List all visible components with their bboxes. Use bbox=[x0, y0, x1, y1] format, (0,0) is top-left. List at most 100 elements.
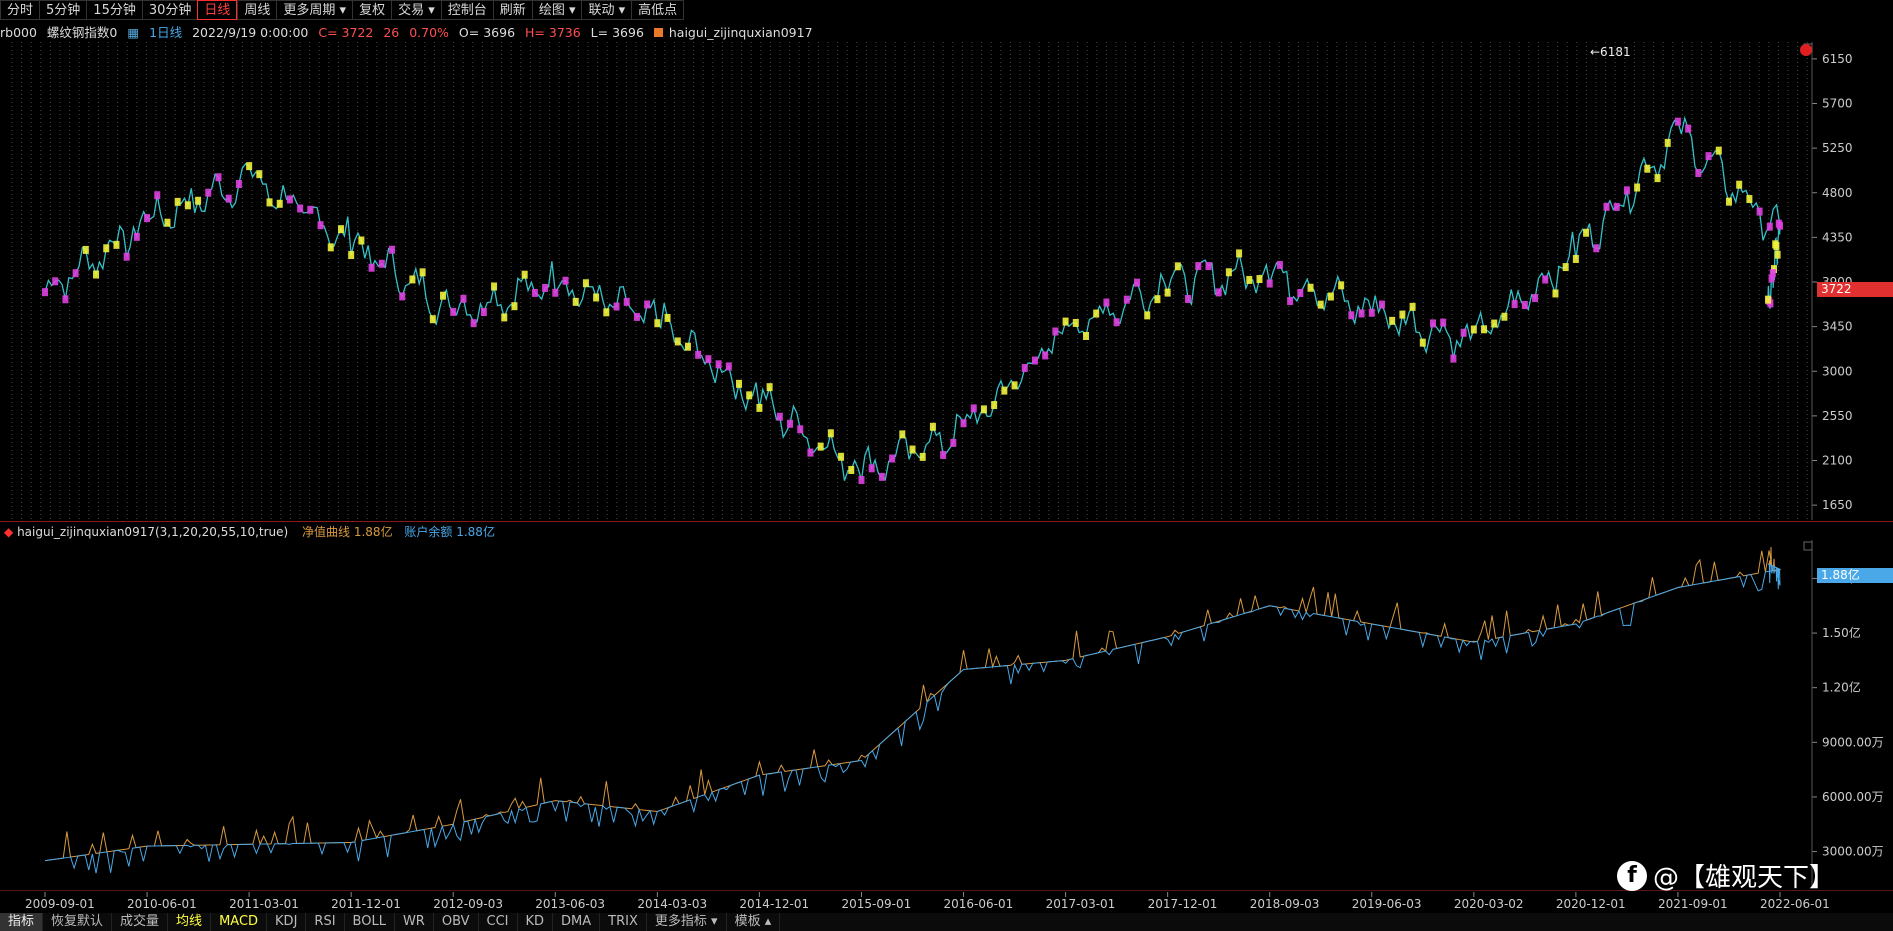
facebook-icon: f bbox=[1617, 860, 1647, 891]
signal-mark bbox=[286, 195, 293, 204]
panel-maximize-icon[interactable] bbox=[1803, 541, 1813, 551]
signal-mark bbox=[480, 307, 487, 316]
close-icon[interactable] bbox=[1800, 44, 1812, 56]
signal-mark bbox=[807, 448, 814, 457]
toolbar-button-5[interactable]: 周线 bbox=[237, 0, 277, 20]
toolbar-button-0[interactable]: 分时 bbox=[0, 0, 40, 20]
signal-mark bbox=[144, 214, 151, 223]
x-tick-label: 2020-12-01 bbox=[1556, 897, 1626, 911]
axis-divider bbox=[0, 890, 1893, 891]
equity-curve-line bbox=[44, 546, 1782, 862]
signal-mark bbox=[1011, 381, 1018, 390]
panel-divider[interactable] bbox=[0, 521, 1893, 522]
x-tick-label: 2017-12-01 bbox=[1148, 897, 1218, 911]
signal-mark bbox=[1399, 310, 1406, 319]
indicator-tab-12[interactable]: DMA bbox=[553, 913, 601, 931]
signal-mark bbox=[1266, 279, 1273, 288]
indicator-tab-10[interactable]: CCI bbox=[479, 913, 518, 931]
indicator-tab-7[interactable]: BOLL bbox=[345, 913, 395, 931]
indicator-tab-2[interactable]: 成交量 bbox=[112, 913, 169, 931]
signal-mark bbox=[399, 292, 406, 301]
toolbar-button-7[interactable]: 复权 bbox=[352, 0, 392, 20]
toolbar-button-3[interactable]: 30分钟 bbox=[141, 0, 198, 20]
signal-mark bbox=[93, 270, 100, 279]
signal-mark bbox=[184, 201, 191, 210]
indicator-tab-11[interactable]: KD bbox=[518, 913, 554, 931]
indicator-tab-0[interactable]: 指标 bbox=[0, 913, 44, 931]
signal-mark bbox=[1623, 186, 1630, 195]
indicator-swatch-icon bbox=[653, 28, 663, 37]
toolbar-button-12[interactable]: 联动 ▾ bbox=[581, 0, 632, 20]
indicator-tab-15[interactable]: 模板 ▴ bbox=[727, 913, 781, 931]
y-tick-label: 1.50亿 bbox=[1822, 625, 1861, 640]
indicator-tab-1[interactable]: 恢复默认 bbox=[43, 913, 113, 931]
signal-mark bbox=[858, 476, 865, 485]
indicator-tab-bar: 指标 恢复默认 成交量 均线 MACD KDJ RSI BOLL WR OBV CCI KD DMA TR… bbox=[0, 913, 1893, 931]
signal-mark bbox=[817, 442, 824, 451]
signal-mark bbox=[1766, 222, 1773, 231]
indicator-title: haigui_zijinquxian0917(3,1,20,20,55,10,t… bbox=[17, 525, 289, 539]
symbol-code: rb000 bbox=[0, 25, 37, 40]
signal-mark bbox=[1542, 275, 1549, 284]
toolbar-button-10[interactable]: 刷新 bbox=[492, 0, 532, 20]
signal-mark bbox=[593, 293, 600, 302]
indicator-tab-8[interactable]: WR bbox=[395, 913, 434, 931]
signal-mark bbox=[1685, 124, 1692, 133]
signal-mark bbox=[1430, 319, 1436, 328]
x-tick-label: 2011-12-01 bbox=[331, 897, 401, 911]
indicator-tab-6[interactable]: RSI bbox=[306, 913, 345, 931]
signal-mark bbox=[797, 425, 804, 434]
indicator-tab-14[interactable]: 更多指标 ▾ bbox=[647, 913, 727, 931]
indicator-tab-4[interactable]: MACD bbox=[211, 913, 268, 931]
toolbar-button-8[interactable]: 交易 ▾ bbox=[391, 0, 441, 20]
grid-icon[interactable]: ▦ bbox=[127, 25, 139, 40]
signal-mark bbox=[613, 302, 620, 311]
signal-mark bbox=[899, 430, 906, 439]
signal-mark bbox=[1583, 228, 1590, 237]
signal-mark bbox=[42, 288, 48, 297]
signal-mark bbox=[1144, 311, 1151, 320]
toolbar-button-11[interactable]: 绘图 ▾ bbox=[531, 0, 582, 20]
signal-mark bbox=[1276, 260, 1283, 269]
toolbar-button-4[interactable]: 日线 bbox=[197, 0, 238, 20]
toolbar-button-1[interactable]: 5分钟 bbox=[39, 0, 87, 20]
signal-mark bbox=[1768, 274, 1775, 283]
toolbar-button-6[interactable]: 更多周期 ▾ bbox=[276, 0, 353, 20]
indicator-tab-5[interactable]: KDJ bbox=[267, 913, 307, 931]
indicator-tab-3[interactable]: 均线 bbox=[168, 913, 212, 931]
low-value: L= 3696 bbox=[590, 25, 644, 40]
signal-mark bbox=[1103, 298, 1110, 307]
y-tick-label: 9000.00万 bbox=[1822, 735, 1884, 749]
indicator-tab-13[interactable]: TRIX bbox=[600, 913, 647, 931]
x-tick-label: 2010-06-01 bbox=[127, 897, 197, 911]
signal-mark bbox=[1664, 138, 1671, 147]
signal-mark bbox=[256, 170, 263, 179]
signal-mark bbox=[1297, 288, 1304, 297]
signal-mark bbox=[52, 277, 59, 286]
equity-chart[interactable]: 1.80亿1.50亿1.20亿9000.00万6000.00万3000.00万 bbox=[0, 540, 1893, 890]
signal-mark bbox=[1174, 262, 1181, 271]
signal-mark bbox=[215, 173, 222, 182]
toolbar-button-13[interactable]: 高低点 bbox=[631, 0, 685, 20]
signal-mark bbox=[1246, 275, 1253, 284]
signal-mark bbox=[746, 391, 753, 400]
toolbar-button-9[interactable]: 控制台 bbox=[440, 0, 493, 20]
indicator-tab-9[interactable]: OBV bbox=[434, 913, 479, 931]
y-tick-label: 1650 bbox=[1822, 498, 1853, 512]
date-axis: 2009-09-01 2010-06-01 2011-03-01 2011-12-01… bbox=[25, 892, 1830, 911]
signal-mark bbox=[460, 294, 467, 303]
signal-mark bbox=[348, 251, 355, 260]
toolbar: 分时 5分钟 15分钟 30分钟 日线 周线 更多周期 ▾ 复权 交易 ▾ 控制台 刷新 绘图 ▾ 联动… bbox=[0, 0, 1893, 22]
toolbar-button-2[interactable]: 15分钟 bbox=[86, 0, 142, 20]
signal-mark bbox=[511, 302, 518, 311]
signal-mark bbox=[838, 452, 845, 461]
price-chart[interactable]: 6150570052504800435039003450300025502100… bbox=[0, 42, 1893, 522]
signal-mark bbox=[1756, 207, 1763, 216]
signal-mark bbox=[470, 319, 477, 328]
indicator-name: haigui_zijinquxian0917 bbox=[668, 25, 813, 40]
x-tick-label: 2021-09-01 bbox=[1658, 897, 1728, 911]
signal-mark bbox=[1378, 300, 1385, 309]
signal-mark bbox=[1634, 183, 1641, 192]
signal-mark bbox=[1695, 168, 1702, 177]
x-tick-label: 2022-06-01 bbox=[1760, 897, 1830, 911]
